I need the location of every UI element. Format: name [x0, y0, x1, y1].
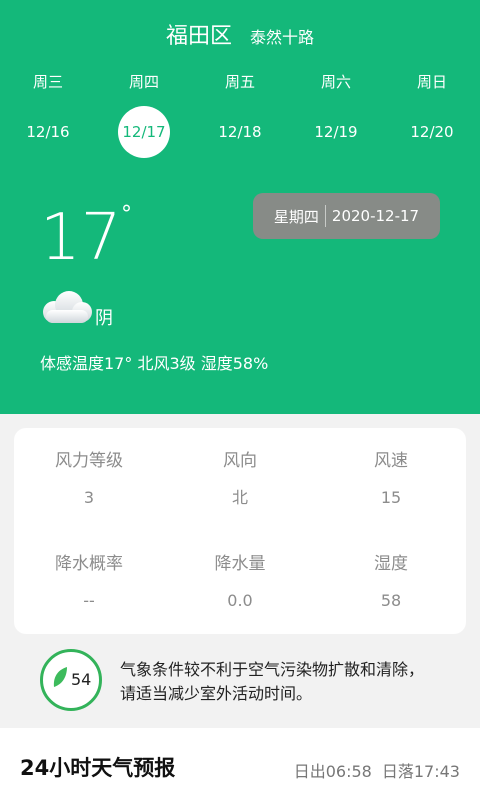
- sunset-time: 日落17:43: [381, 762, 460, 781]
- day-weekday: 周六: [320, 73, 351, 91]
- cloud-icon: [43, 291, 92, 323]
- day-date: 12/20: [410, 123, 454, 141]
- detail-value: --: [83, 591, 95, 610]
- date-chip-divider: [324, 205, 326, 227]
- location-bar[interactable]: 福田区 泰然十路: [0, 18, 480, 50]
- air-advice-line-1: 气象条件较不利于空气污染物扩散和清除，: [120, 660, 425, 679]
- day-weekday: 周五: [224, 73, 255, 91]
- detail-wind-speed: 风速 15: [316, 450, 466, 508]
- detail-label: 风向: [223, 451, 257, 471]
- air-quality-row[interactable]: 54 气象条件较不利于空气污染物扩散和清除， 请适当减少室外活动时间。: [0, 646, 480, 726]
- day-weekday: 周日: [416, 73, 447, 91]
- weather-details-card: 风力等级 3 风向 北 风速 15 降水概率 -- 降水量 0.0 湿度 58: [14, 428, 466, 634]
- detail-value: 3: [83, 488, 95, 507]
- detail-label: 风速: [374, 451, 408, 471]
- day-weekday: 周四: [128, 73, 159, 91]
- leaf-icon: [53, 667, 67, 687]
- detail-label: 风力等级: [55, 451, 123, 471]
- detail-value: 15: [380, 488, 402, 507]
- air-quality-advice: 气象条件较不利于空气污染物扩散和清除， 请适当减少室外活动时间。: [120, 658, 470, 706]
- day-tab-sat[interactable]: 周六 12/19: [304, 72, 368, 158]
- sunrise-time: 日出06:58: [293, 762, 372, 781]
- detail-value: 0.0: [227, 591, 253, 610]
- weather-condition: 阴: [95, 308, 113, 329]
- day-tab-fri[interactable]: 周五 12/18: [208, 72, 272, 158]
- detail-value: 58: [380, 591, 402, 610]
- date-chip: 星期四 2020-12-17: [253, 193, 440, 239]
- air-advice-line-2: 请适当减少室外活动时间。: [120, 684, 313, 703]
- district-name[interactable]: 福田区: [166, 24, 232, 49]
- detail-label: 湿度: [374, 554, 408, 574]
- humidity-summary: 湿度58%: [200, 354, 269, 373]
- day-tab-thu[interactable]: 周四 12/17: [112, 72, 176, 158]
- day-tab-sun[interactable]: 周日 12/20: [400, 72, 464, 158]
- day-date: 12/16: [26, 123, 70, 141]
- detail-wind-level: 风力等级 3: [14, 450, 164, 508]
- aqi-value: 54: [71, 670, 92, 689]
- detail-label: 降水量: [214, 554, 266, 574]
- detail-precip-amount: 降水量 0.0: [165, 553, 315, 611]
- detail-precip-probability: 降水概率 --: [14, 553, 164, 611]
- street-name: 泰然十路: [250, 28, 315, 47]
- day-tab-wed[interactable]: 周三 12/16: [16, 72, 80, 158]
- day-date: 12/19: [314, 123, 358, 141]
- date-chip-weekday: 星期四: [273, 207, 319, 226]
- detail-value: 北: [231, 488, 248, 507]
- aqi-badge: 54: [40, 649, 102, 711]
- weather-header: 福田区 泰然十路 周三 12/16 周四 12/17 周五 12/18 周六 12…: [0, 0, 480, 414]
- forecast-title: 24小时天气预报: [20, 756, 176, 780]
- day-selector: 周三 12/16 周四 12/17 周五 12/18 周六 12/19 周日 1…: [0, 72, 480, 158]
- detail-label: 降水概率: [55, 554, 123, 574]
- detail-wind-direction: 风向 北: [165, 450, 315, 508]
- wind-summary: 北风3级: [137, 354, 196, 373]
- sun-times: 日出06:58 日落17:43: [294, 758, 460, 782]
- date-chip-date: 2020-12-17: [331, 207, 420, 225]
- degree-symbol: °: [121, 202, 132, 227]
- day-date-selected: 12/17: [118, 106, 170, 158]
- current-temperature: 17: [40, 201, 122, 275]
- hourly-forecast-header: 24小时天气预报 日出06:58 日落17:43: [0, 728, 480, 800]
- day-weekday: 周三: [32, 73, 63, 91]
- detail-humidity: 湿度 58: [316, 553, 466, 611]
- feels-like: 体感温度17°: [40, 354, 133, 373]
- feels-like-line: 体感温度17° 北风3级 湿度58%: [40, 350, 268, 374]
- day-date: 12/18: [218, 123, 262, 141]
